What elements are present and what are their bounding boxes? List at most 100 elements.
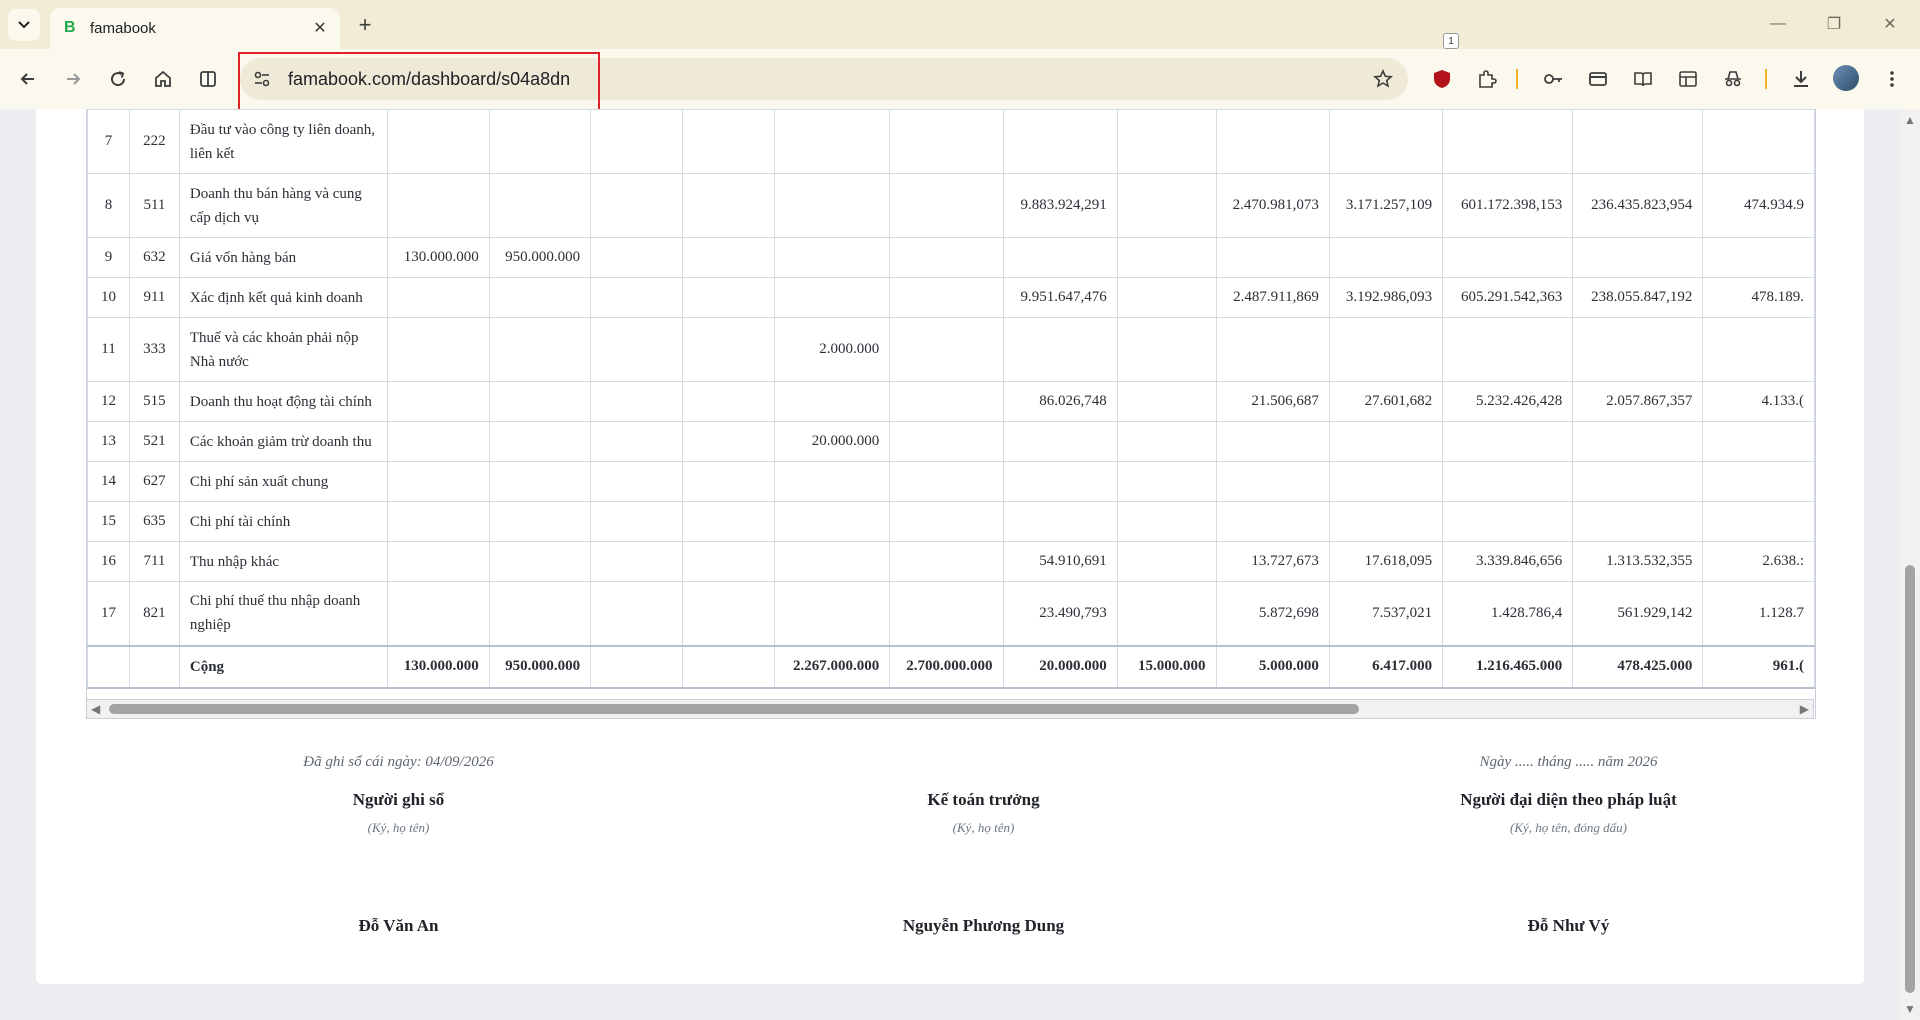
amount-cell: [889, 581, 1004, 646]
site-info-icon[interactable]: [252, 69, 272, 89]
account-code-cell: 635: [128, 501, 180, 542]
scroll-down-icon[interactable]: ▼: [1904, 1002, 1916, 1016]
key-icon[interactable]: [1538, 64, 1568, 94]
amount-cell: [774, 277, 891, 318]
amount-cell: [889, 381, 1004, 422]
amount-cell: [387, 277, 490, 318]
restore-icon[interactable]: ❐: [1814, 10, 1854, 38]
amount-cell: [774, 173, 891, 238]
tab-close-icon[interactable]: ✕: [310, 18, 330, 38]
amount-cell: [774, 381, 891, 422]
amount-cell: [488, 317, 592, 382]
amount-cell: 86.026,748: [1002, 381, 1118, 422]
amount-cell: 130.000.000: [387, 237, 490, 278]
signature-person: Đỗ Như Vý: [1527, 916, 1610, 935]
profile-avatar[interactable]: [1833, 65, 1859, 91]
total-empty-cell: [87, 644, 130, 689]
amount-cell: [387, 421, 490, 462]
account-name-cell: Các khoản giảm trừ doanh thu: [178, 421, 389, 462]
shield-extension-icon[interactable]: [1427, 64, 1457, 94]
total-label-cell: Cộng: [178, 644, 389, 689]
amount-cell: 3.192.986,093: [1328, 277, 1444, 318]
extension-badge: 1: [1443, 33, 1459, 49]
amount-cell: [1116, 501, 1217, 542]
account-code-cell: 521: [128, 421, 180, 462]
address-bar[interactable]: famabook.com/dashboard/s04a8dn: [240, 58, 1408, 100]
amount-cell: [1442, 237, 1574, 278]
incognito-icon[interactable]: [1718, 64, 1748, 94]
amount-cell: [387, 541, 490, 582]
reading-mode-icon[interactable]: [1628, 64, 1658, 94]
account-name-cell: Xác định kết quả kinh doanh: [178, 277, 389, 318]
minimize-icon[interactable]: —: [1758, 10, 1798, 38]
favicon-icon: B: [64, 19, 76, 36]
amount-cell: 601.172.398,153: [1442, 173, 1574, 238]
amount-cell: [1116, 173, 1217, 238]
amount-cell: [1572, 501, 1704, 542]
amount-cell: [1002, 237, 1118, 278]
forward-button[interactable]: [56, 62, 90, 96]
vertical-scrollbar[interactable]: ▲ ▼: [1900, 109, 1920, 1020]
amount-cell: [1442, 109, 1574, 174]
row-number-cell: 11: [87, 317, 130, 382]
vertical-scroll-thumb[interactable]: [1905, 565, 1915, 993]
amount-cell: 7.537,021: [1328, 581, 1444, 646]
bookmark-star-icon[interactable]: [1372, 68, 1394, 90]
url-text[interactable]: famabook.com/dashboard/s04a8dn: [288, 69, 570, 90]
browser-tab-active[interactable]: B famabook ✕: [50, 8, 340, 49]
row-number-cell: 8: [87, 173, 130, 238]
table-row: 8 511 Doanh thu bán hàng và cung cấp dịch …: [87, 173, 1815, 238]
table-icon[interactable]: [1673, 64, 1703, 94]
total-amount-cell: 1.216.465.000: [1442, 644, 1574, 689]
amount-cell: [488, 461, 592, 502]
signature-date: Ngày ..... tháng ..... năm 2026: [1479, 754, 1658, 770]
amount-cell: [488, 173, 592, 238]
card-icon[interactable]: [1583, 64, 1613, 94]
total-amount-cell: 961.(: [1702, 644, 1815, 689]
table-row: 11 333 Thuế và các khoản phải nộp Nhà nước…: [87, 317, 1815, 382]
table-row: 9 632 Giá vốn hàng bán 130.000.000 950.000.0…: [87, 237, 1815, 278]
amount-cell: [1002, 109, 1118, 174]
amount-cell: [590, 277, 684, 318]
amount-cell: [1702, 501, 1815, 542]
total-amount-cell: 6.417.000: [1328, 644, 1444, 689]
amount-cell: 1.128.7: [1702, 581, 1815, 646]
new-tab-plus-icon[interactable]: +: [352, 12, 378, 38]
signature-hint: (Ký, họ tên): [367, 820, 430, 835]
amount-cell: [387, 173, 490, 238]
menu-kebab-icon[interactable]: [1877, 64, 1907, 94]
scroll-right-icon[interactable]: ▶: [1800, 702, 1809, 716]
amount-cell: 561.929,142: [1572, 581, 1704, 646]
amount-cell: [1215, 109, 1330, 174]
amount-cell: 27.601,682: [1328, 381, 1444, 422]
amount-cell: [1702, 461, 1815, 502]
amount-cell: 4.133.(: [1702, 381, 1815, 422]
puzzle-extensions-icon[interactable]: [1472, 64, 1502, 94]
account-name-cell: Giá vốn hàng bán: [178, 237, 389, 278]
horizontal-scroll-thumb[interactable]: [109, 704, 1359, 714]
reload-icon: [111, 71, 126, 87]
horizontal-scrollbar[interactable]: ◀ ▶: [86, 699, 1814, 719]
scroll-left-icon[interactable]: ◀: [91, 702, 100, 716]
amount-cell: [488, 541, 592, 582]
amount-cell: [1116, 461, 1217, 502]
scroll-up-icon[interactable]: ▲: [1904, 113, 1916, 127]
amount-cell: [1572, 421, 1704, 462]
tab-search-button[interactable]: [8, 9, 40, 41]
browser-titlebar: B famabook ✕ + — ❐ ✕: [0, 0, 1920, 49]
amount-cell: [774, 581, 891, 646]
back-button[interactable]: [11, 62, 45, 96]
amount-cell: [774, 501, 891, 542]
reload-button[interactable]: [101, 62, 135, 96]
amount-cell: [590, 381, 684, 422]
window-close-icon[interactable]: ✕: [1870, 10, 1910, 38]
home-button[interactable]: [146, 62, 180, 96]
amount-cell: [682, 317, 776, 382]
account-name-cell: Chi phí sản xuất chung: [178, 461, 389, 502]
download-icon[interactable]: [1786, 64, 1816, 94]
account-name-cell: Chi phí thuế thu nhập doanh nghiệp: [178, 581, 389, 646]
amount-cell: [1328, 421, 1444, 462]
ledger-posted-date: Đã ghi sổ cái ngày: 04/09/2026: [303, 754, 494, 770]
split-view-button[interactable]: [191, 62, 225, 96]
amount-cell: [590, 541, 684, 582]
